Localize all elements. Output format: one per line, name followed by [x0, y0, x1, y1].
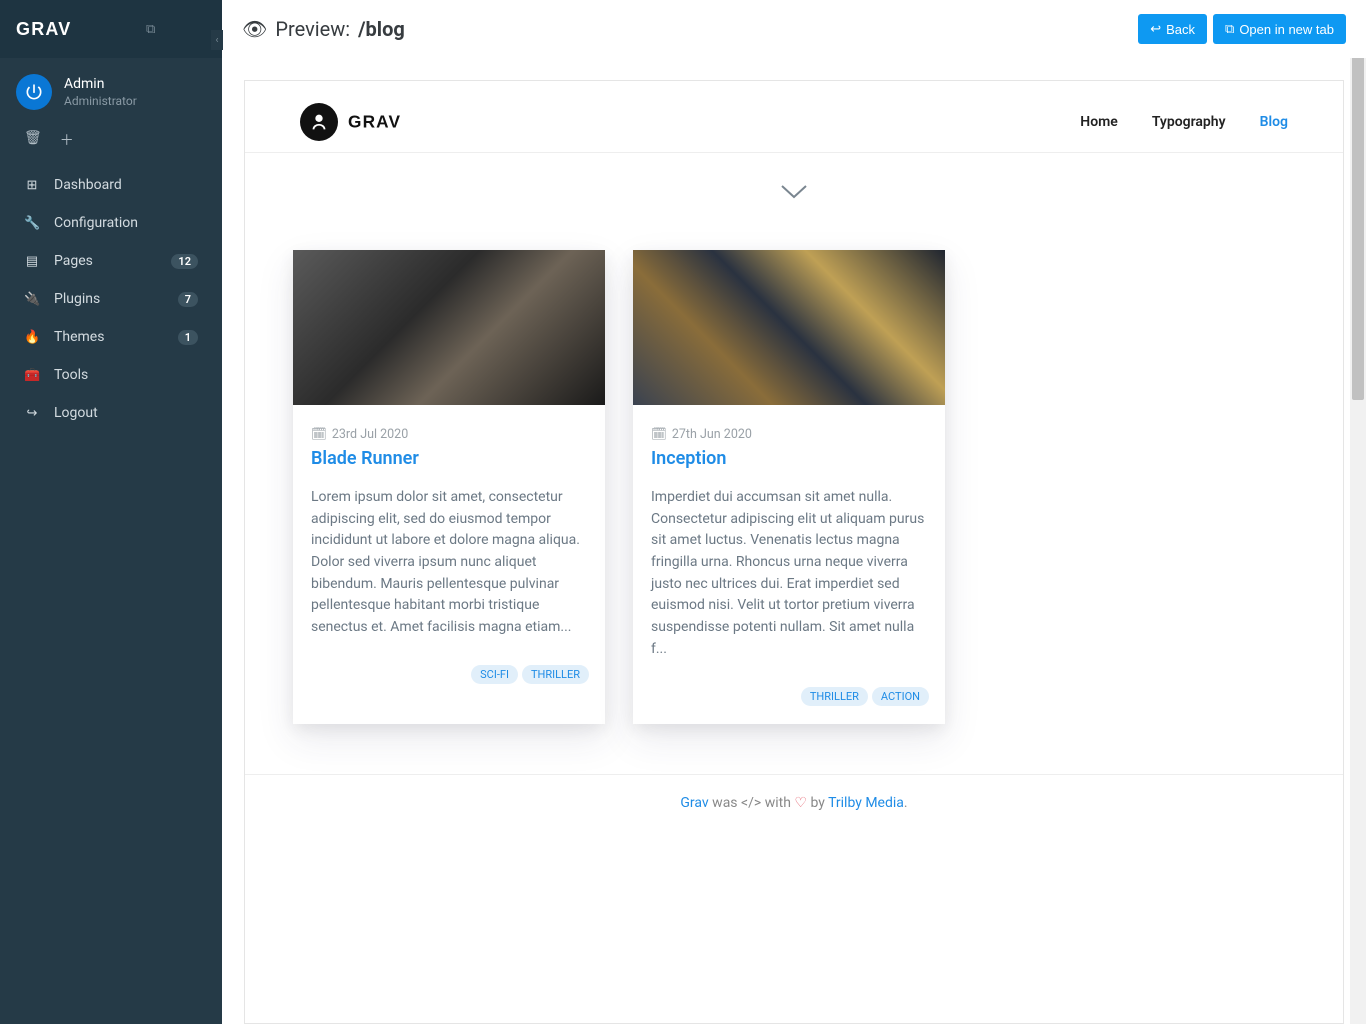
nav-home[interactable]: Home	[1080, 114, 1118, 130]
tag-sci-fi[interactable]: SCI-FI	[471, 665, 518, 684]
card-title[interactable]: Blade Runner	[311, 448, 587, 469]
eye-icon: 👁	[242, 17, 267, 41]
card-image[interactable]	[293, 250, 605, 405]
sidebar-item-dashboard[interactable]: ⊞ Dashboard	[0, 166, 222, 204]
sidebar-item-themes[interactable]: 🔥 Themes1	[0, 318, 222, 356]
open-new-tab-button[interactable]: ⧉ Open in new tab	[1213, 14, 1346, 44]
site-logo[interactable]: GRAV	[300, 103, 440, 141]
themes-icon: 🔥	[24, 330, 40, 345]
sidebar-item-plugins[interactable]: 🔌 Plugins7	[0, 280, 222, 318]
chevron-down-icon	[779, 183, 809, 201]
plugins-icon: 🔌	[24, 292, 40, 307]
external-icon: ⧉	[1225, 21, 1234, 37]
card-date: 🗓27th Jun 2020	[651, 427, 927, 442]
page-title: 👁 Preview: /blog	[242, 17, 405, 41]
scroll-down-indicator[interactable]	[245, 153, 1343, 235]
sidebar-item-logout[interactable]: ↪ Logout	[0, 394, 222, 432]
preview-path: /blog	[358, 17, 405, 41]
heart-icon: ♡	[794, 795, 807, 811]
topbar: 👁 Preview: /blog ↩ Back ⧉ Open in new ta…	[222, 0, 1366, 58]
pages-icon: ▤	[24, 254, 40, 269]
preview-frame: GRAV Home Typography Blog 🗓23rd Jul 2020 Bl…	[222, 58, 1366, 1024]
card-title[interactable]: Inception	[651, 448, 927, 469]
sidebar-item-configuration[interactable]: 🔧 Configuration	[0, 204, 222, 242]
site-header: GRAV Home Typography Blog	[245, 81, 1343, 153]
calendar-icon: 🗓	[311, 427, 327, 442]
user-role: Administrator	[64, 94, 137, 108]
collapse-sidebar-button[interactable]: ‹	[211, 30, 223, 50]
footer-grav-link[interactable]: Grav	[680, 795, 708, 811]
sidebar-quick-actions: 🗑 ＋	[0, 126, 222, 160]
back-button[interactable]: ↩ Back	[1138, 14, 1207, 44]
code-icon: </>	[741, 795, 761, 811]
site-nav: Home Typography Blog	[1080, 114, 1288, 130]
card-excerpt: Imperdiet dui accumsan sit amet nulla. C…	[651, 487, 927, 661]
sidebar-badge: 7	[178, 292, 198, 307]
site-footer: Grav was </> with ♡ by Trilby Media.	[245, 774, 1343, 831]
calendar-icon: 🗓	[651, 427, 667, 442]
scrollbar-thumb[interactable]	[1352, 0, 1364, 400]
sidebar-item-pages[interactable]: ▤ Pages12	[0, 242, 222, 280]
admin-sidebar: GRAV ⧉ ‹ Admin Administrator 🗑 ＋ ⊞ Dashbo…	[0, 0, 222, 1024]
avatar	[16, 74, 52, 110]
sidebar-item-label: Logout	[54, 405, 198, 421]
trash-icon[interactable]: 🗑	[24, 130, 42, 150]
sidebar-item-label: Plugins	[54, 291, 178, 307]
card-date: 🗓23rd Jul 2020	[311, 427, 587, 442]
sidebar-item-label: Pages	[54, 253, 171, 269]
dashboard-icon: ⊞	[24, 178, 40, 193]
blog-card: 🗓23rd Jul 2020 Blade Runner Lorem ipsum do…	[293, 250, 605, 724]
reply-icon: ↩	[1150, 21, 1161, 37]
user-name: Admin	[64, 76, 137, 92]
sidebar-item-label: Themes	[54, 329, 178, 345]
plus-icon[interactable]: ＋	[60, 130, 74, 150]
nav-typography[interactable]: Typography	[1152, 114, 1226, 130]
grav-logo: GRAV	[16, 18, 136, 40]
sidebar-nav: ⊞ Dashboard 🔧 Configuration ▤ Pages12 🔌 Plugins…	[0, 160, 222, 438]
sidebar-item-label: Tools	[54, 367, 198, 383]
card-tags: THRILLERACTION	[633, 675, 945, 724]
power-icon	[24, 82, 44, 102]
blog-cards: 🗓23rd Jul 2020 Blade Runner Lorem ipsum do…	[245, 235, 1343, 774]
tools-icon: 🧰	[24, 368, 40, 383]
sidebar-item-tools[interactable]: 🧰 Tools	[0, 356, 222, 394]
svg-text:GRAV: GRAV	[348, 112, 401, 132]
tag-action[interactable]: ACTION	[872, 687, 929, 706]
sidebar-brand[interactable]: GRAV ⧉	[0, 0, 222, 58]
sidebar-badge: 12	[171, 254, 198, 269]
grav-wordmark: GRAV	[348, 108, 440, 136]
sidebar-badge: 1	[178, 330, 198, 345]
blog-card: 🗓27th Jun 2020 Inception Imperdiet dui acc…	[633, 250, 945, 724]
card-image[interactable]	[633, 250, 945, 405]
nav-blog[interactable]: Blog	[1260, 114, 1288, 130]
sidebar-item-label: Dashboard	[54, 177, 198, 193]
footer-trilby-link[interactable]: Trilby Media	[828, 795, 904, 811]
sidebar-user-block[interactable]: Admin Administrator	[0, 58, 222, 126]
logout-icon: ↪	[24, 406, 40, 421]
external-link-icon[interactable]: ⧉	[146, 22, 155, 37]
vertical-scrollbar[interactable]	[1350, 0, 1366, 1024]
configuration-icon: 🔧	[24, 216, 40, 231]
grav-mark-icon	[300, 103, 338, 141]
card-excerpt: Lorem ipsum dolor sit amet, consectetur …	[311, 487, 587, 639]
svg-text:GRAV: GRAV	[16, 19, 71, 39]
tag-thriller[interactable]: THRILLER	[522, 665, 589, 684]
tag-thriller[interactable]: THRILLER	[801, 687, 868, 706]
card-tags: SCI-FITHRILLER	[293, 653, 605, 702]
sidebar-item-label: Configuration	[54, 215, 198, 231]
